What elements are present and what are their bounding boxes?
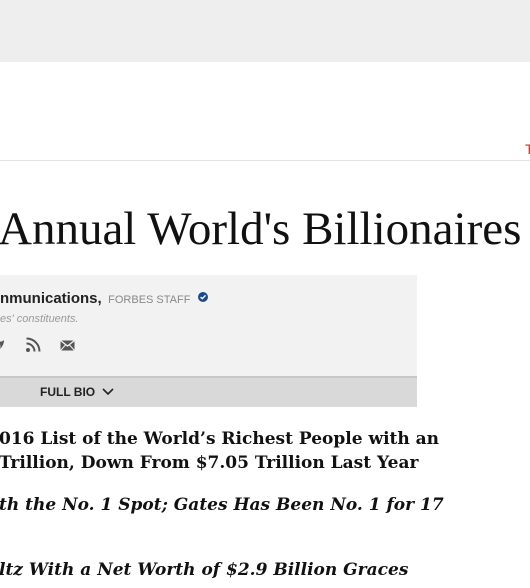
article-bullet: ltz With a Net Worth of $2.9 Billion Gra… bbox=[0, 558, 408, 582]
rss-icon[interactable] bbox=[25, 337, 41, 353]
verified-check-icon bbox=[197, 292, 208, 303]
author-byline: nmunications, FORBES STAFF bbox=[0, 289, 208, 310]
chevron-down-icon bbox=[102, 388, 115, 395]
top-navigation-bar bbox=[0, 0, 530, 62]
full-bio-toggle[interactable]: FULL BIO bbox=[40, 384, 115, 400]
article-headline: Annual World's Billionaires bbox=[0, 203, 522, 255]
twitter-icon[interactable] bbox=[0, 337, 6, 353]
article-bullet: 016 List of the World’s Richest People w… bbox=[0, 427, 439, 475]
bullet-line: th the No. 1 Spot; Gates Has Been No. 1 … bbox=[0, 495, 444, 515]
staff-label: FORBES STAFF bbox=[108, 294, 191, 306]
article-bullet: th the No. 1 Spot; Gates Has Been No. 1 … bbox=[0, 493, 444, 517]
author-card: nmunications, FORBES STAFF es' constitue… bbox=[0, 275, 417, 376]
author-name-link[interactable]: nmunications, bbox=[0, 290, 102, 307]
bullet-line: 016 List of the World’s Richest People w… bbox=[0, 429, 440, 449]
bullet-line: Trillion, Down From $7.05 Trillion Last … bbox=[0, 453, 419, 473]
author-description: es' constituents. bbox=[0, 313, 79, 325]
nav-link-partial[interactable]: T bbox=[525, 140, 530, 158]
bullet-line: ltz With a Net Worth of $2.9 Billion Gra… bbox=[0, 560, 409, 580]
full-bio-bar: FULL BIO bbox=[0, 376, 417, 407]
full-bio-label: FULL BIO bbox=[40, 385, 96, 399]
header-divider bbox=[0, 160, 530, 161]
email-icon[interactable] bbox=[60, 337, 75, 353]
